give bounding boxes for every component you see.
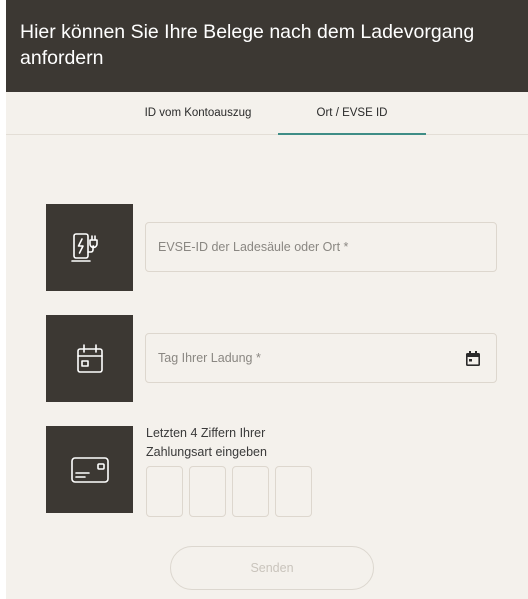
calendar-icon	[76, 343, 103, 373]
card-digits-label-line2: Zahlungsart eingeben	[146, 445, 267, 459]
send-button[interactable]: Senden	[170, 546, 374, 590]
credit-card-icon	[70, 456, 109, 483]
tab-bank-statement-id[interactable]: ID vom Kontoauszug	[124, 92, 272, 134]
location-input[interactable]	[146, 223, 496, 271]
card-digits-label: Letzten 4 Ziffern Ihrer Zahlungsart eing…	[146, 424, 346, 462]
date-field	[145, 333, 497, 383]
card-digits-label-line1: Letzten 4 Ziffern Ihrer	[146, 426, 266, 440]
header: Hier können Sie Ihre Belege nach dem Lad…	[6, 0, 528, 92]
card-digit-input-4[interactable]	[275, 466, 312, 517]
charging-station-icon	[70, 232, 98, 262]
calendar-icon-box	[46, 315, 133, 402]
credit-card-icon-box	[46, 426, 133, 513]
card-digit-input-2[interactable]	[189, 466, 226, 517]
tab-location-evse-id[interactable]: Ort / EVSE ID	[278, 92, 426, 135]
card-digit-input-3[interactable]	[232, 466, 269, 517]
location-field	[145, 222, 497, 272]
card-digit-input-1[interactable]	[146, 466, 183, 517]
calendar-picker-icon[interactable]	[464, 350, 482, 368]
tab-bar: ID vom Kontoauszug Ort / EVSE ID	[6, 92, 528, 135]
page-title: Hier können Sie Ihre Belege nach dem Lad…	[20, 21, 475, 69]
date-input[interactable]	[146, 334, 496, 382]
receipt-request-panel: Hier können Sie Ihre Belege nach dem Lad…	[6, 0, 528, 599]
charging-station-icon-box	[46, 204, 133, 291]
